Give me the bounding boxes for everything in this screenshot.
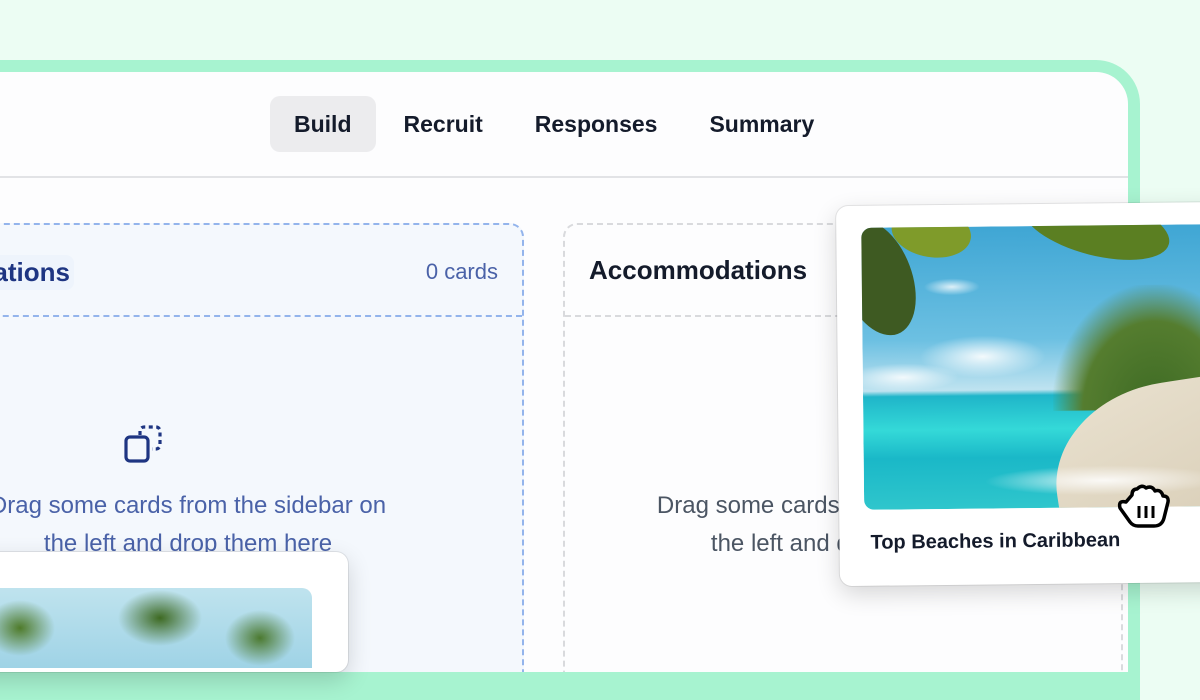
card-count: 0 cards [425, 259, 498, 284]
column-title[interactable]: ations [0, 255, 74, 290]
sidebar-card[interactable] [0, 552, 348, 672]
grab-hand-cursor-icon [1117, 484, 1170, 528]
column-title[interactable]: Accommodations [589, 255, 807, 286]
card-image [0, 588, 312, 668]
drag-drop-icon [124, 425, 162, 463]
tab-summary[interactable]: Summary [685, 96, 838, 152]
tab-build[interactable]: Build [270, 96, 376, 152]
tab-recruit[interactable]: Recruit [380, 96, 507, 152]
card-image [861, 224, 1200, 510]
palm-frond [1016, 224, 1177, 274]
tab-bar: Build Recruit Responses Summary [270, 96, 842, 152]
header: Build Recruit Responses Summary [0, 72, 1128, 178]
card-title: Top Beaches in Caribbean [870, 529, 1121, 554]
tab-responses[interactable]: Responses [511, 96, 682, 152]
column-header: ations 0 cards [0, 225, 522, 317]
